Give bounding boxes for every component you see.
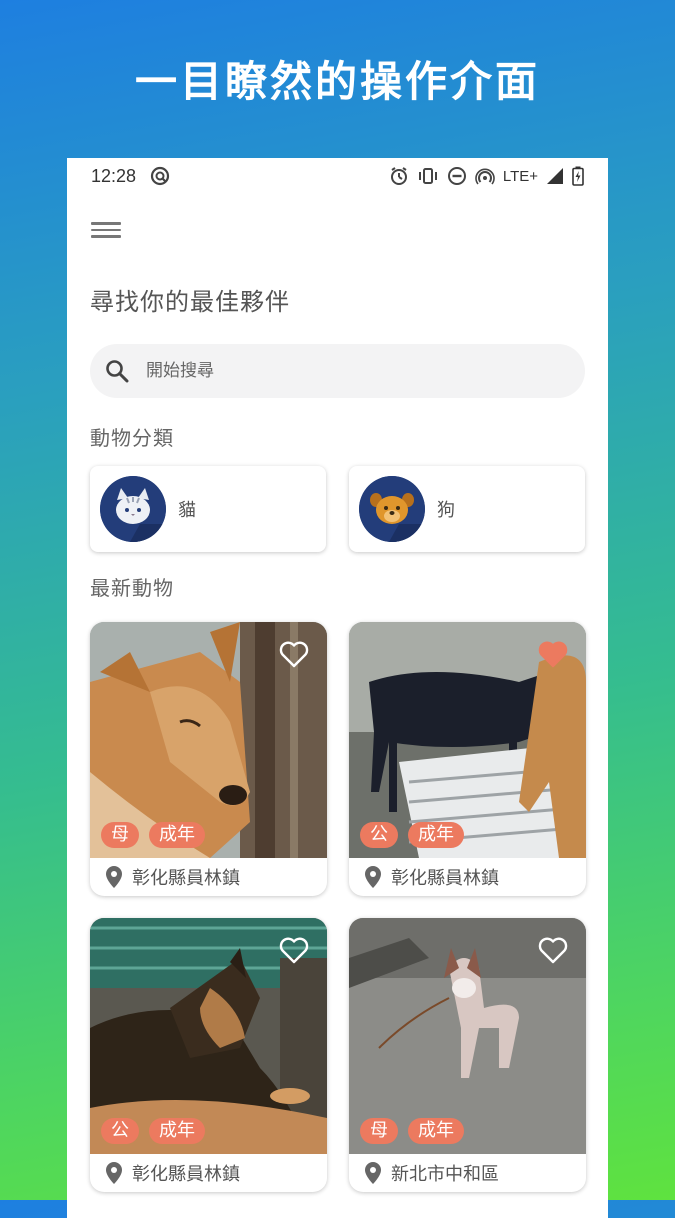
latest-section-title: 最新動物 <box>90 576 174 600</box>
phone-screen: 12:28 LTE+ 尋找你的最佳夥伴 開始搜尋 動物分類 貓 狗 最新動物 母… <box>67 158 608 1218</box>
favorite-heart-icon[interactable] <box>279 936 309 964</box>
category-card-cat[interactable]: 貓 <box>90 466 326 552</box>
age-tag: 成年 <box>408 822 464 848</box>
alarm-icon <box>390 167 407 185</box>
battery-icon <box>572 166 584 186</box>
category-label-cat: 貓 <box>178 500 196 521</box>
sex-tag: 公 <box>360 822 398 848</box>
search-icon <box>106 360 129 383</box>
sex-tag: 母 <box>101 822 139 848</box>
network-type: LTE+ <box>502 167 538 185</box>
pet-photo[interactable]: 公 成年 <box>90 918 327 1154</box>
age-tag: 成年 <box>408 1118 464 1144</box>
pet-photo[interactable]: 母 成年 <box>90 622 327 858</box>
age-tag: 成年 <box>149 822 205 848</box>
pet-card[interactable]: 母 成年 新北市中和區 <box>349 918 586 1192</box>
search-input[interactable] <box>144 360 548 382</box>
location-pin-icon <box>106 866 122 888</box>
pet-location: 彰化縣員林鎮 <box>132 1164 240 1185</box>
favorite-heart-icon[interactable] <box>279 640 309 668</box>
search-bar[interactable] <box>90 344 585 398</box>
do-not-disturb-icon <box>447 167 466 185</box>
pet-location: 彰化縣員林鎮 <box>391 868 499 889</box>
location-pin-icon <box>365 866 381 888</box>
status-time: 12:28 <box>91 165 137 186</box>
pet-photo[interactable]: 母 成年 <box>349 918 586 1154</box>
category-card-dog[interactable]: 狗 <box>349 466 585 552</box>
cat-face-icon <box>100 476 166 542</box>
age-tag: 成年 <box>149 1118 205 1144</box>
pet-location: 新北市中和區 <box>391 1164 499 1185</box>
promo-headline: 一目瞭然的操作介面 <box>134 57 540 106</box>
hamburger-menu-icon[interactable] <box>91 218 121 242</box>
category-label-dog: 狗 <box>437 500 455 521</box>
sex-tag: 母 <box>360 1118 398 1144</box>
location-pin-icon <box>365 1162 381 1184</box>
dog-face-icon <box>359 476 425 542</box>
page-title: 尋找你的最佳夥伴 <box>90 288 290 316</box>
sync-icon <box>150 166 170 186</box>
pet-card[interactable]: 公 成年 彰化縣員林鎮 <box>349 622 586 896</box>
location-pin-icon <box>106 1162 122 1184</box>
sex-tag: 公 <box>101 1118 139 1144</box>
category-section-title: 動物分類 <box>90 426 174 450</box>
pet-card[interactable]: 母 成年 彰化縣員林鎮 <box>90 622 327 896</box>
favorite-heart-icon[interactable] <box>538 936 568 964</box>
pet-card[interactable]: 公 成年 彰化縣員林鎮 <box>90 918 327 1192</box>
pet-photo[interactable]: 公 成年 <box>349 622 586 858</box>
status-bar: 12:28 LTE+ <box>67 158 608 194</box>
hotspot-icon <box>475 168 495 185</box>
favorite-heart-icon[interactable] <box>538 640 568 668</box>
vibrate-icon <box>418 168 437 184</box>
pet-location: 彰化縣員林鎮 <box>132 868 240 889</box>
signal-icon <box>547 168 563 184</box>
